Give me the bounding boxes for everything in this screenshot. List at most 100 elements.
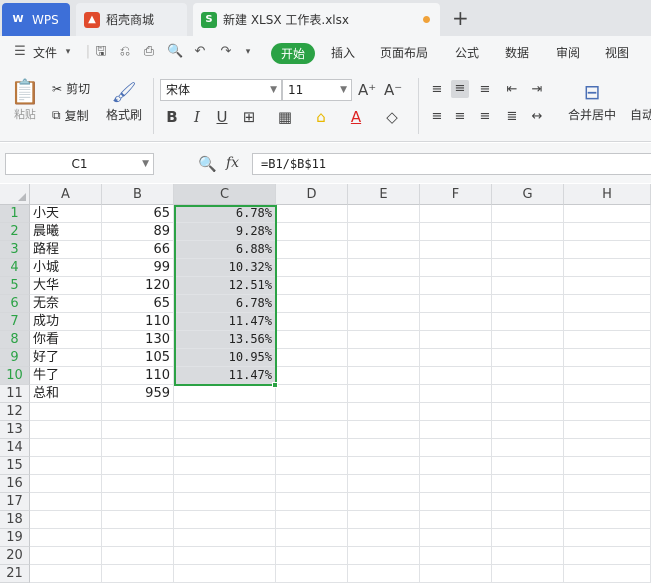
cell-b[interactable] <box>102 421 174 439</box>
cell-empty[interactable] <box>564 403 651 421</box>
cell-b[interactable]: 959 <box>102 385 174 403</box>
cell-empty[interactable] <box>492 367 564 385</box>
cell-empty[interactable] <box>420 313 492 331</box>
cell-b[interactable] <box>102 493 174 511</box>
cell-b[interactable] <box>102 475 174 493</box>
cell-c[interactable] <box>174 475 276 493</box>
cell-empty[interactable] <box>492 565 564 583</box>
cell-empty[interactable] <box>420 205 492 223</box>
cell-c[interactable] <box>174 565 276 583</box>
cell-empty[interactable] <box>276 385 348 403</box>
increase-font-icon[interactable]: A⁺ <box>358 81 376 99</box>
cell-a[interactable] <box>30 529 102 547</box>
column-header-h[interactable]: H <box>564 184 651 205</box>
menu-page-layout[interactable]: 页面布局 <box>380 44 428 61</box>
cell-empty[interactable] <box>420 565 492 583</box>
cell-c[interactable] <box>174 511 276 529</box>
align-bottom-icon[interactable]: ≡ <box>476 81 494 99</box>
highlight-icon[interactable]: ⌂ <box>312 108 330 126</box>
cell-a[interactable]: 小天 <box>30 205 102 223</box>
cell-empty[interactable] <box>348 511 420 529</box>
font-color-icon[interactable]: A <box>347 108 365 126</box>
cell-empty[interactable] <box>348 457 420 475</box>
column-header-e[interactable]: E <box>348 184 420 205</box>
cell-a[interactable]: 你看 <box>30 331 102 349</box>
cell-empty[interactable] <box>564 331 651 349</box>
menu-insert[interactable]: 插入 <box>331 44 355 61</box>
cell-empty[interactable] <box>564 241 651 259</box>
row-header[interactable]: 1 <box>0 205 30 223</box>
column-header-a[interactable]: A <box>30 184 102 205</box>
cell-empty[interactable] <box>348 367 420 385</box>
cell-a[interactable] <box>30 511 102 529</box>
cell-empty[interactable] <box>348 331 420 349</box>
row-header[interactable]: 17 <box>0 493 30 511</box>
cell-a[interactable]: 成功 <box>30 313 102 331</box>
cell-empty[interactable] <box>276 529 348 547</box>
cell-empty[interactable] <box>420 529 492 547</box>
cell-c[interactable]: 13.56% <box>174 331 276 349</box>
cell-empty[interactable] <box>420 223 492 241</box>
cell-empty[interactable] <box>348 277 420 295</box>
row-header[interactable]: 18 <box>0 511 30 529</box>
tab-wps[interactable]: W WPS <box>2 3 70 36</box>
cell-b[interactable]: 110 <box>102 313 174 331</box>
cell-empty[interactable] <box>420 241 492 259</box>
more-chevron-icon[interactable]: ▾ <box>240 44 256 60</box>
cell-empty[interactable] <box>276 565 348 583</box>
cell-empty[interactable] <box>348 421 420 439</box>
new-tab-plus-icon[interactable]: + <box>452 6 469 30</box>
cell-empty[interactable] <box>564 259 651 277</box>
cell-a[interactable] <box>30 475 102 493</box>
row-header[interactable]: 20 <box>0 547 30 565</box>
cell-b[interactable] <box>102 403 174 421</box>
cell-empty[interactable] <box>276 457 348 475</box>
menu-review[interactable]: 审阅 <box>556 44 580 61</box>
cell-c[interactable]: 10.95% <box>174 349 276 367</box>
name-box[interactable]: C1 ▼ <box>5 153 154 175</box>
row-header[interactable]: 16 <box>0 475 30 493</box>
cell-a[interactable]: 大华 <box>30 277 102 295</box>
cell-empty[interactable] <box>420 403 492 421</box>
cell-empty[interactable] <box>492 403 564 421</box>
cell-empty[interactable] <box>276 223 348 241</box>
cell-empty[interactable] <box>276 349 348 367</box>
merge-center-button[interactable]: ⊟ 合并居中 <box>568 78 616 123</box>
cell-empty[interactable] <box>492 259 564 277</box>
cell-a[interactable]: 总和 <box>30 385 102 403</box>
row-header[interactable]: 2 <box>0 223 30 241</box>
cell-c[interactable]: 6.78% <box>174 205 276 223</box>
cell-empty[interactable] <box>564 493 651 511</box>
cell-empty[interactable] <box>492 421 564 439</box>
cell-empty[interactable] <box>276 313 348 331</box>
bold-icon[interactable]: B <box>163 108 181 126</box>
cell-empty[interactable] <box>492 313 564 331</box>
print-preview-icon[interactable]: 🔍 <box>167 44 183 60</box>
cell-empty[interactable] <box>564 457 651 475</box>
cell-c[interactable] <box>174 457 276 475</box>
cell-b[interactable] <box>102 439 174 457</box>
border-icon[interactable]: ⊞ <box>240 108 258 126</box>
cell-c[interactable] <box>174 403 276 421</box>
cell-b[interactable]: 110 <box>102 367 174 385</box>
cell-b[interactable]: 66 <box>102 241 174 259</box>
cell-empty[interactable] <box>492 295 564 313</box>
cell-b[interactable]: 105 <box>102 349 174 367</box>
cell-a[interactable] <box>30 421 102 439</box>
cell-empty[interactable] <box>276 547 348 565</box>
cell-empty[interactable] <box>564 565 651 583</box>
column-header-f[interactable]: F <box>420 184 492 205</box>
paste-button[interactable]: 📋 粘贴 <box>10 78 40 122</box>
cell-empty[interactable] <box>348 259 420 277</box>
cell-b[interactable] <box>102 511 174 529</box>
cell-empty[interactable] <box>492 205 564 223</box>
cell-empty[interactable] <box>564 205 651 223</box>
cell-empty[interactable] <box>564 511 651 529</box>
indent-increase-icon[interactable]: ⇥ <box>528 81 546 99</box>
cell-empty[interactable] <box>492 223 564 241</box>
cell-empty[interactable] <box>492 385 564 403</box>
cell-b[interactable]: 99 <box>102 259 174 277</box>
fx-label[interactable]: fx <box>226 155 239 171</box>
cell-empty[interactable] <box>348 439 420 457</box>
cell-empty[interactable] <box>348 403 420 421</box>
